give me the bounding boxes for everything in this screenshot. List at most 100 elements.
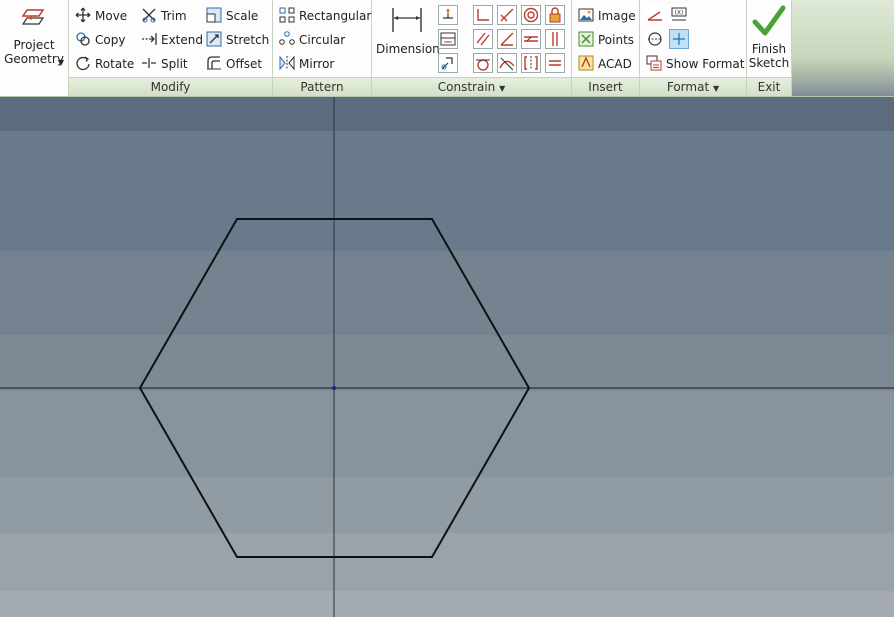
collinear-icon — [498, 6, 516, 24]
show-format-icon — [646, 55, 662, 71]
copy-label: Copy — [95, 33, 126, 47]
acad-icon — [578, 55, 594, 71]
perpendicular-constraint-button[interactable] — [497, 29, 517, 49]
symmetric-icon — [522, 54, 540, 72]
copy-button[interactable]: Copy — [75, 30, 125, 50]
trim-icon — [141, 7, 157, 23]
centerpoint-button[interactable] — [645, 29, 665, 49]
finish-sketch-button[interactable]: Finish Sketch — [747, 4, 791, 70]
pattern-panel-title: Pattern — [273, 77, 371, 96]
origin-point[interactable] — [332, 386, 336, 390]
project-geometry-button[interactable]: Project Geometry ▼ — [0, 6, 68, 67]
panel-constrain: Dimension Constrain ▼ — [372, 0, 572, 96]
offset-button[interactable]: Offset — [206, 54, 262, 74]
show-constraints-button[interactable] — [438, 5, 458, 25]
checkmark-icon — [752, 4, 786, 38]
symmetric-constraint-button[interactable] — [521, 53, 541, 73]
tangent-constraint-button[interactable] — [473, 53, 493, 73]
show-format-label: Show Format — [666, 57, 745, 71]
panel-insert: Image Points ACAD Insert — [572, 0, 640, 96]
panel-format: (X) Show Format Format ▼ — [640, 0, 747, 96]
vertical-icon — [546, 30, 564, 48]
lock-icon — [546, 6, 564, 24]
mirror-icon — [279, 55, 295, 71]
circular-pattern-icon — [279, 31, 295, 47]
circular-label: Circular — [299, 33, 346, 47]
center-point-toggle[interactable] — [669, 29, 689, 49]
driven-dimension-button[interactable]: (X) — [669, 5, 689, 25]
concentric-icon — [522, 6, 540, 24]
constrain-panel-title[interactable]: Constrain ▼ — [372, 77, 571, 96]
show-dimensions-icon — [439, 30, 457, 48]
dimension-label: Dimension — [376, 42, 440, 56]
tangent-icon — [474, 54, 492, 72]
ribbon-empty-area — [792, 0, 894, 96]
mirror-button[interactable]: Mirror — [279, 54, 334, 74]
ribbon: Project Geometry ▼ Move Copy Rotate Trim… — [0, 0, 894, 97]
rotate-button[interactable]: Rotate — [75, 54, 134, 74]
constraint-settings-button[interactable] — [438, 53, 458, 73]
parallel-constraint-button[interactable] — [473, 29, 493, 49]
equal-constraint-button[interactable] — [545, 53, 565, 73]
chevron-down-icon: ▼ — [57, 58, 64, 67]
horizontal-icon — [522, 30, 540, 48]
scale-button[interactable]: Scale — [206, 6, 258, 26]
collinear-constraint-button[interactable] — [497, 5, 517, 25]
points-button[interactable]: Points — [578, 30, 634, 50]
points-icon — [578, 31, 594, 47]
driven-dimension-icon: (X) — [670, 6, 688, 24]
angle-icon — [498, 30, 516, 48]
split-button[interactable]: Split — [141, 54, 188, 74]
coincident-constraint-button[interactable] — [473, 5, 493, 25]
smooth-constraint-button[interactable] — [497, 53, 517, 73]
acad-button[interactable]: ACAD — [578, 54, 632, 74]
trim-button[interactable]: Trim — [141, 6, 187, 26]
sketch-drawing — [0, 97, 894, 617]
sketch-label: Sketch — [748, 56, 790, 70]
move-button[interactable]: Move — [75, 6, 127, 26]
extend-label: Extend — [161, 33, 203, 47]
chevron-down-icon: ▼ — [712, 84, 720, 93]
project-geometry-label-1: Project — [13, 38, 55, 52]
extend-icon — [141, 31, 157, 47]
project-geometry-icon — [21, 6, 47, 32]
move-icon — [75, 7, 91, 23]
image-icon — [578, 7, 594, 23]
rectangular-pattern-button[interactable]: Rectangular — [279, 6, 371, 26]
trim-label: Trim — [161, 9, 187, 23]
circular-pattern-button[interactable]: Circular — [279, 30, 345, 50]
smooth-icon — [498, 54, 516, 72]
format-panel-title[interactable]: Format ▼ — [640, 77, 746, 96]
copy-icon — [75, 31, 91, 47]
panel-pattern: Rectangular Circular Mirror Pattern — [273, 0, 372, 96]
fix-constraint-button[interactable] — [545, 5, 565, 25]
split-label: Split — [161, 57, 188, 71]
image-button[interactable]: Image — [578, 6, 636, 26]
chevron-down-icon: ▼ — [499, 84, 506, 93]
svg-text:(X): (X) — [675, 10, 684, 17]
rectangular-label: Rectangular — [299, 9, 372, 23]
sketch-canvas[interactable] — [0, 97, 894, 617]
construction-button[interactable] — [645, 5, 665, 25]
rotate-icon — [75, 55, 91, 71]
dimension-button[interactable]: Dimension — [376, 6, 440, 56]
show-format-button[interactable]: Show Format — [646, 54, 744, 74]
format-panel-label: Format — [666, 80, 710, 94]
extend-button[interactable]: Extend — [141, 30, 203, 50]
vertical-constraint-button[interactable] — [545, 29, 565, 49]
concentric-constraint-button[interactable] — [521, 5, 541, 25]
panel-modify: Move Copy Rotate Trim Extend Split Scale… — [69, 0, 273, 96]
image-label: Image — [598, 9, 636, 23]
stretch-icon — [206, 31, 222, 47]
horizontal-constraint-button[interactable] — [521, 29, 541, 49]
show-constraints-icon — [439, 6, 457, 24]
perpendicular-icon — [474, 6, 492, 24]
move-label: Move — [95, 9, 128, 23]
show-dimensions-button[interactable] — [438, 29, 458, 49]
acad-label: ACAD — [598, 57, 632, 71]
stretch-button[interactable]: Stretch — [206, 30, 269, 50]
constrain-panel-label: Constrain — [437, 80, 496, 94]
crosshair-icon — [670, 30, 688, 48]
split-icon — [141, 55, 157, 71]
insert-panel-title: Insert — [572, 77, 639, 96]
